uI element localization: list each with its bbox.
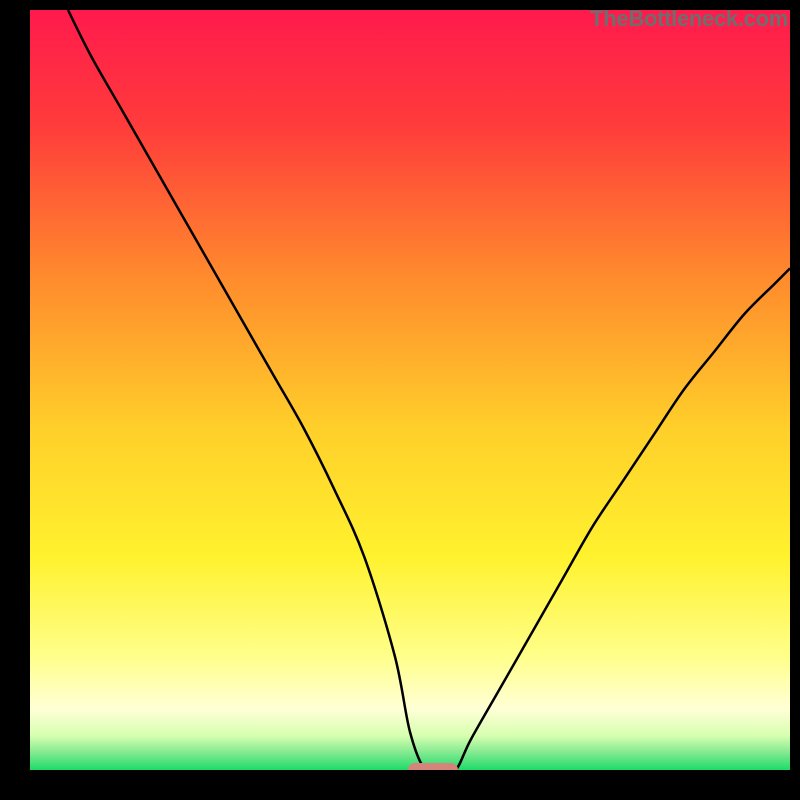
bottleneck-curve <box>68 10 790 770</box>
minimum-marker <box>408 763 458 770</box>
watermark-text: TheBottleneck.com <box>590 6 788 32</box>
bottleneck-chart: TheBottleneck.com <box>0 0 800 800</box>
curve-layer <box>30 10 790 770</box>
plot-area <box>30 10 790 770</box>
